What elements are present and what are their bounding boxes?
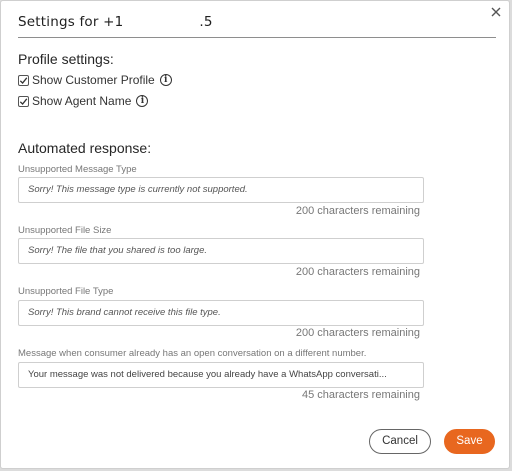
show-customer-profile-label: Show Customer Profile: [32, 73, 155, 87]
unsupported-message-type-label: Unsupported Message Type: [18, 164, 137, 175]
show-customer-profile-option[interactable]: Show Customer Profile i: [18, 72, 172, 88]
unsupported-file-size-label: Unsupported File Size: [18, 225, 112, 236]
dialog-title-suffix: .5: [199, 14, 213, 30]
redacted-phone-segment: [123, 14, 200, 28]
automated-response-heading: Automated response:: [18, 140, 152, 156]
open-conversation-message-input[interactable]: Your message was not delivered because y…: [18, 362, 424, 388]
close-icon[interactable]: [489, 5, 503, 19]
show-customer-profile-checkbox[interactable]: [18, 74, 29, 86]
unsupported-file-type-remaining: 200 characters remaining: [295, 327, 420, 339]
unsupported-message-type-input[interactable]: Sorry! This message type is currently no…: [18, 177, 424, 203]
unsupported-file-size-input[interactable]: Sorry! The file that you shared is too l…: [18, 238, 424, 264]
unsupported-file-type-input[interactable]: Sorry! This brand cannot receive this fi…: [18, 300, 424, 326]
profile-settings-heading: Profile settings:: [18, 51, 114, 67]
open-conversation-message-remaining: 45 characters remaining: [301, 389, 420, 401]
dialog-title-prefix: Settings for +1: [18, 14, 124, 30]
info-icon[interactable]: i: [159, 74, 172, 86]
settings-dialog: Settings for +1 .5 Profile settings: Show…: [0, 0, 510, 469]
unsupported-message-type-remaining: 200 characters remaining: [295, 205, 420, 217]
unsupported-file-type-label: Unsupported File Type: [18, 286, 114, 297]
show-agent-name-checkbox[interactable]: [18, 95, 29, 107]
unsupported-file-size-remaining: 200 characters remaining: [295, 266, 420, 278]
save-button[interactable]: Save: [444, 429, 495, 454]
show-agent-name-label: Show Agent Name: [32, 94, 132, 108]
cancel-button[interactable]: Cancel: [369, 429, 431, 454]
dialog-header: Settings for +1 .5: [18, 13, 496, 38]
show-agent-name-option[interactable]: Show Agent Name i: [18, 93, 149, 109]
open-conversation-message-label: Message when consumer already has an ope…: [18, 348, 367, 359]
dialog-title: Settings for +1 .5: [18, 14, 213, 30]
info-icon[interactable]: i: [136, 95, 149, 107]
